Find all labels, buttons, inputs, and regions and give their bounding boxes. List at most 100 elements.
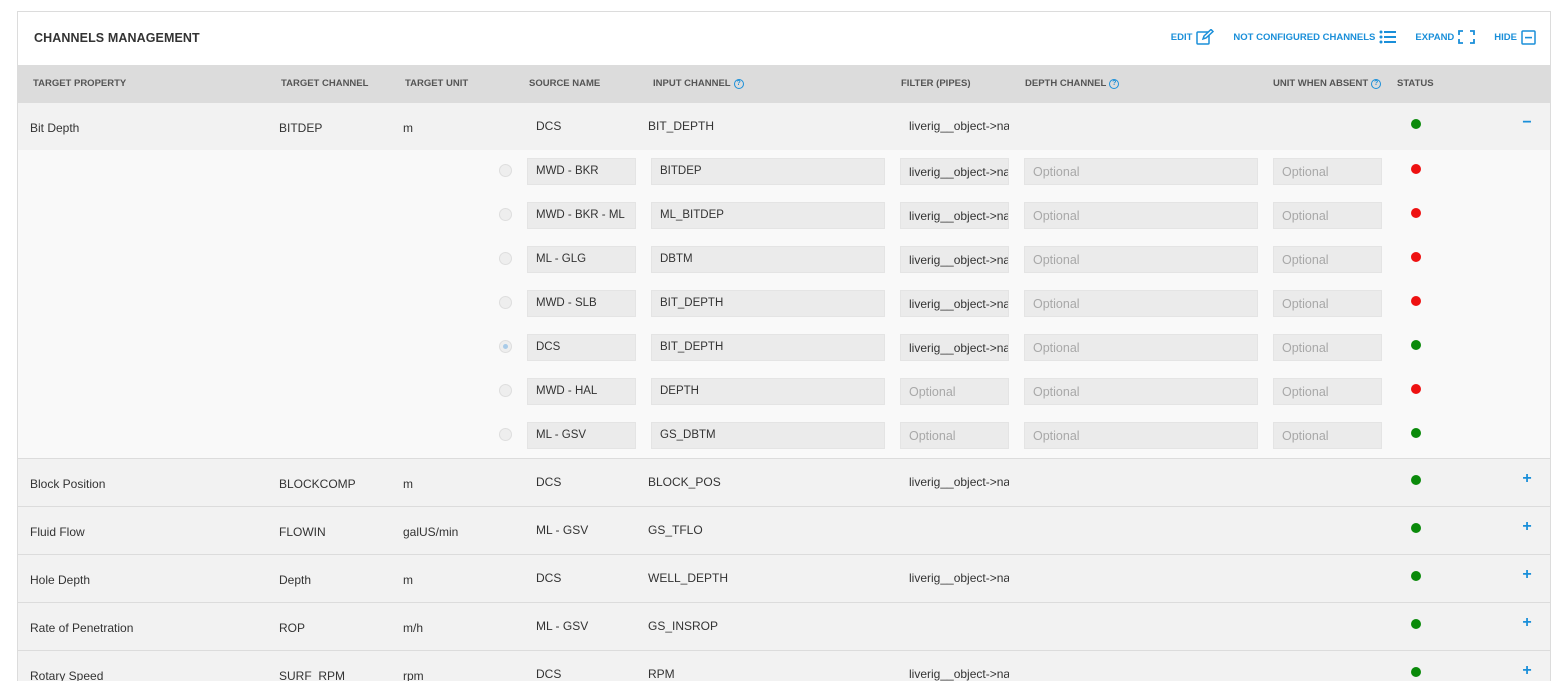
- target-unit-cell: m/h: [403, 621, 424, 635]
- input-channel-cell: GS_INSROP: [648, 619, 719, 633]
- filter-cell: liverig__object->name: [909, 571, 1009, 585]
- unit-when-absent-field[interactable]: Optional: [1273, 290, 1382, 317]
- source-radio[interactable]: [499, 296, 512, 309]
- depth-channel-field[interactable]: Optional: [1024, 290, 1258, 317]
- status-indicator: [1411, 340, 1421, 350]
- filter-field[interactable]: liverig__object->name: [900, 334, 1009, 361]
- col-target-channel: TARGET CHANNEL: [281, 78, 369, 89]
- status-indicator: [1411, 252, 1421, 262]
- source-name-cell: DCS: [536, 119, 562, 133]
- list-icon: [1379, 30, 1397, 44]
- col-target-property: TARGET PROPERTY: [33, 78, 127, 89]
- depth-channel-field[interactable]: Optional: [1024, 158, 1258, 185]
- table-row[interactable]: Fluid Flow FLOWIN galUS/min ML - GSV GS_TFLO…: [18, 507, 1550, 555]
- expand-row-button[interactable]: +: [1520, 614, 1534, 632]
- unit-when-absent-field[interactable]: Optional: [1273, 422, 1382, 449]
- col-target-unit: TARGET UNIT: [405, 78, 469, 89]
- unit-when-absent-field[interactable]: Optional: [1273, 202, 1382, 229]
- help-icon[interactable]: ?: [733, 78, 744, 89]
- edit-icon: [1196, 29, 1215, 45]
- depth-channel-field[interactable]: Optional: [1024, 334, 1258, 361]
- target-unit-cell: galUS/min: [403, 525, 459, 539]
- source-name-cell: DCS: [536, 571, 562, 585]
- depth-channel-field[interactable]: Optional: [1024, 202, 1258, 229]
- unit-when-absent-field[interactable]: Optional: [1273, 334, 1382, 361]
- col-depth-channel-label: DEPTH CHANNEL: [1025, 78, 1107, 89]
- input-channel-cell: GS_TFLO: [648, 523, 703, 537]
- expand-row-button[interactable]: +: [1520, 662, 1534, 680]
- input-channel-field[interactable]: DEPTH: [651, 378, 885, 405]
- table-header: TARGET PROPERTY TARGET CHANNEL TARGET UN…: [18, 65, 1550, 104]
- depth-channel-field[interactable]: Optional: [1024, 246, 1258, 273]
- target-unit-cell: m: [403, 573, 413, 587]
- expand-label: EXPAND: [1415, 31, 1455, 43]
- input-channel-field[interactable]: BITDEP: [651, 158, 885, 185]
- input-channel-field[interactable]: BIT_DEPTH: [651, 290, 885, 317]
- status-indicator: [1411, 119, 1421, 129]
- hide-button[interactable]: HIDE: [1494, 29, 1536, 45]
- target-channel-cell: BLOCKCOMP: [279, 477, 356, 491]
- status-indicator: [1411, 619, 1421, 629]
- table-row[interactable]: Bit Depth BITDEP m DCS BIT_DEPTH liverig__obj…: [18, 103, 1550, 151]
- source-name-field[interactable]: ML - GSV: [527, 422, 636, 449]
- not-configured-channels-button[interactable]: NOT CONFIGURED CHANNELS: [1233, 30, 1397, 44]
- col-input-channel: INPUT CHANNEL?: [653, 78, 744, 89]
- source-radio[interactable]: [499, 164, 512, 177]
- source-options-panel: MWD - BKR BITDEP liverig__object->name Opti…: [18, 150, 1550, 459]
- status-indicator: [1411, 571, 1421, 581]
- input-channel-field[interactable]: DBTM: [651, 246, 885, 273]
- filter-field[interactable]: Optional: [900, 378, 1009, 405]
- filter-field[interactable]: liverig__object->name: [900, 246, 1009, 273]
- expand-row-button[interactable]: +: [1520, 518, 1534, 536]
- source-name-field[interactable]: MWD - SLB: [527, 290, 636, 317]
- source-radio[interactable]: [499, 208, 512, 221]
- table-row[interactable]: Block Position BLOCKCOMP m DCS BLOCK_POS live…: [18, 459, 1550, 507]
- collapse-row-button[interactable]: −: [1520, 114, 1534, 132]
- help-icon[interactable]: ?: [1109, 78, 1120, 89]
- filter-field[interactable]: Optional: [900, 422, 1009, 449]
- source-name-field[interactable]: MWD - BKR - ML: [527, 202, 636, 229]
- depth-channel-field[interactable]: Optional: [1024, 422, 1258, 449]
- source-radio[interactable]: [499, 252, 512, 265]
- source-radio[interactable]: [499, 340, 512, 353]
- filter-cell: liverig__object->name: [909, 667, 1009, 681]
- table-row[interactable]: Hole Depth Depth m DCS WELL_DEPTH liverig__ob…: [18, 555, 1550, 603]
- expand-button[interactable]: EXPAND: [1415, 30, 1476, 44]
- target-property-cell: Bit Depth: [30, 121, 80, 135]
- status-indicator: [1411, 384, 1421, 394]
- source-name-cell: ML - GSV: [536, 523, 589, 537]
- input-channel-field[interactable]: GS_DBTM: [651, 422, 885, 449]
- input-channel-field[interactable]: ML_BITDEP: [651, 202, 885, 229]
- source-name-field[interactable]: DCS: [527, 334, 636, 361]
- table-row[interactable]: Rate of Penetration ROP m/h ML - GSV GS_INSR…: [18, 603, 1550, 651]
- edit-label: EDIT: [1170, 31, 1193, 43]
- source-name-field[interactable]: MWD - BKR: [527, 158, 636, 185]
- target-property-cell: Hole Depth: [30, 573, 91, 587]
- source-name-field[interactable]: MWD - HAL: [527, 378, 636, 405]
- input-channel-field[interactable]: BIT_DEPTH: [651, 334, 885, 361]
- depth-channel-field[interactable]: Optional: [1024, 378, 1258, 405]
- source-radio[interactable]: [499, 384, 512, 397]
- source-radio[interactable]: [499, 428, 512, 441]
- status-indicator: [1411, 208, 1421, 218]
- filter-field[interactable]: liverig__object->name: [900, 158, 1009, 185]
- target-property-cell: Rate of Penetration: [30, 621, 134, 635]
- table-row[interactable]: Rotary Speed SURF_RPM rpm DCS RPM liverig__ob…: [18, 651, 1550, 681]
- filter-field[interactable]: liverig__object->name: [900, 202, 1009, 229]
- col-unit-when-absent-label: UNIT WHEN ABSENT: [1273, 78, 1369, 89]
- source-option-row: ML - GSV GS_DBTM Optional Optional Optional: [18, 414, 1550, 458]
- source-name-field[interactable]: ML - GLG: [527, 246, 636, 273]
- expand-row-button[interactable]: +: [1520, 470, 1534, 488]
- col-depth-channel: DEPTH CHANNEL?: [1025, 78, 1120, 89]
- edit-button[interactable]: EDIT: [1171, 29, 1215, 45]
- unit-when-absent-field[interactable]: Optional: [1273, 246, 1382, 273]
- status-indicator: [1411, 428, 1421, 438]
- status-indicator: [1411, 164, 1421, 174]
- unit-when-absent-field[interactable]: Optional: [1273, 158, 1382, 185]
- unit-when-absent-field[interactable]: Optional: [1273, 378, 1382, 405]
- expand-row-button[interactable]: +: [1520, 566, 1534, 584]
- target-property-cell: Rotary Speed: [30, 669, 104, 681]
- filter-field[interactable]: liverig__object->name: [900, 290, 1009, 317]
- col-status: STATUS: [1397, 78, 1434, 89]
- help-icon[interactable]: ?: [1371, 78, 1382, 89]
